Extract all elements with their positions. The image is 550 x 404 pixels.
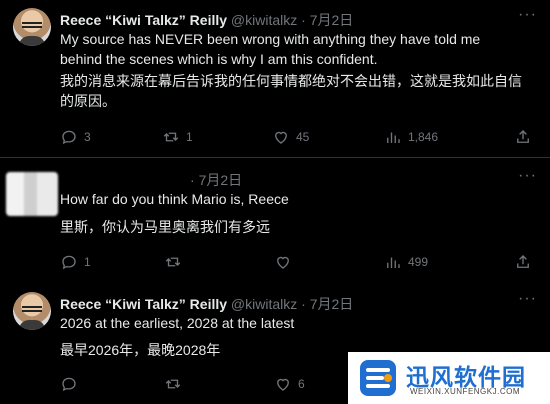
reply-count: 3 — [84, 130, 91, 144]
watermark-logo-icon — [360, 360, 396, 396]
reply-count: 1 — [84, 255, 91, 269]
retweet-button[interactable] — [164, 375, 188, 393]
separator-dot: · — [301, 296, 306, 312]
share-button[interactable] — [514, 128, 532, 146]
views-button[interactable]: 499 — [384, 253, 428, 271]
watermark: 迅风软件园 WEIXIN.XUNFENGKJ.COM — [348, 352, 550, 404]
like-icon — [275, 131, 287, 144]
tweet-date[interactable]: 7月2日 — [310, 296, 354, 312]
tweet-text-en: 2026 at the earliest, 2028 at the latest — [60, 315, 295, 331]
reply-icon — [62, 130, 76, 145]
like-button[interactable] — [274, 253, 298, 271]
tweet-header: · 7月2日 — [190, 170, 242, 190]
tweet-text-zh: 里斯，你认为马里奥离我们有多远 — [60, 219, 270, 235]
more-icon[interactable]: ··· — [518, 290, 537, 308]
like-count: 45 — [296, 130, 310, 144]
retweet-button[interactable] — [164, 253, 188, 271]
like-button[interactable]: 45 — [272, 128, 309, 146]
views-count: 1,846 — [408, 130, 439, 144]
more-icon[interactable]: ··· — [518, 167, 537, 185]
retweet-icon — [165, 379, 181, 389]
tweet-text-en: My source has NEVER been wrong with anyt… — [60, 31, 481, 67]
tweet-header: Reece “Kiwi Talkz” Reilly @kiwitalkz · 7… — [60, 294, 353, 314]
avatar-shirt — [19, 320, 45, 330]
reply-button[interactable]: 3 — [60, 128, 91, 146]
reply-button[interactable] — [60, 375, 84, 393]
action-bar: 6 — [60, 375, 360, 395]
retweet-icon — [165, 257, 181, 267]
share-icon — [517, 255, 529, 268]
tweet-2[interactable]: · 7月2日 ··· How far do you think Mario is… — [0, 158, 550, 284]
views-button[interactable]: 1,846 — [384, 128, 438, 146]
author-name[interactable]: Reece “Kiwi Talkz” Reilly — [60, 12, 227, 28]
reply-icon — [62, 377, 76, 392]
like-button[interactable]: 6 — [274, 375, 305, 393]
retweet-button[interactable]: 1 — [162, 128, 193, 146]
reply-icon — [62, 255, 76, 270]
retweet-icon — [163, 132, 179, 142]
avatar[interactable] — [13, 292, 51, 330]
reply-button[interactable]: 1 — [60, 253, 91, 271]
like-icon — [277, 256, 289, 269]
avatar-shirt — [19, 36, 45, 46]
avatar[interactable] — [13, 8, 51, 46]
share-button[interactable] — [514, 253, 532, 271]
tweet-1[interactable]: Reece “Kiwi Talkz” Reilly @kiwitalkz · 7… — [0, 0, 550, 156]
views-icon — [387, 132, 400, 143]
blurred-avatar — [6, 172, 58, 216]
share-icon — [517, 130, 529, 143]
avatar-glasses — [22, 22, 42, 28]
separator-dot: · — [301, 12, 306, 28]
more-icon[interactable]: ··· — [518, 6, 537, 24]
author-name[interactable]: Reece “Kiwi Talkz” Reilly — [60, 296, 227, 312]
action-bar: 1 499 — [60, 253, 540, 273]
avatar-glasses — [22, 306, 42, 312]
action-bar: 3 1 45 1,846 — [60, 128, 540, 148]
views-count: 499 — [408, 255, 429, 269]
tweet-text-zh: 我的消息来源在幕后告诉我的任何事情都绝对不会出错，这就是我如此自信的原因。 — [60, 73, 522, 109]
like-icon — [277, 378, 289, 391]
like-count: 6 — [298, 377, 305, 391]
retweet-count: 1 — [186, 130, 193, 144]
tweet-header: Reece “Kiwi Talkz” Reilly @kiwitalkz · 7… — [60, 10, 353, 30]
author-handle[interactable]: @kiwitalkz — [231, 12, 297, 28]
tweet-text-en: How far do you think Mario is, Reece — [60, 191, 289, 207]
tweet-date[interactable]: 7月2日 — [310, 12, 354, 28]
views-icon — [387, 257, 400, 268]
tweet-date[interactable]: 7月2日 — [199, 172, 243, 188]
author-handle[interactable]: @kiwitalkz — [231, 296, 297, 312]
watermark-subtitle: WEIXIN.XUNFENGKJ.COM — [410, 387, 521, 396]
separator-dot: · — [190, 172, 195, 188]
